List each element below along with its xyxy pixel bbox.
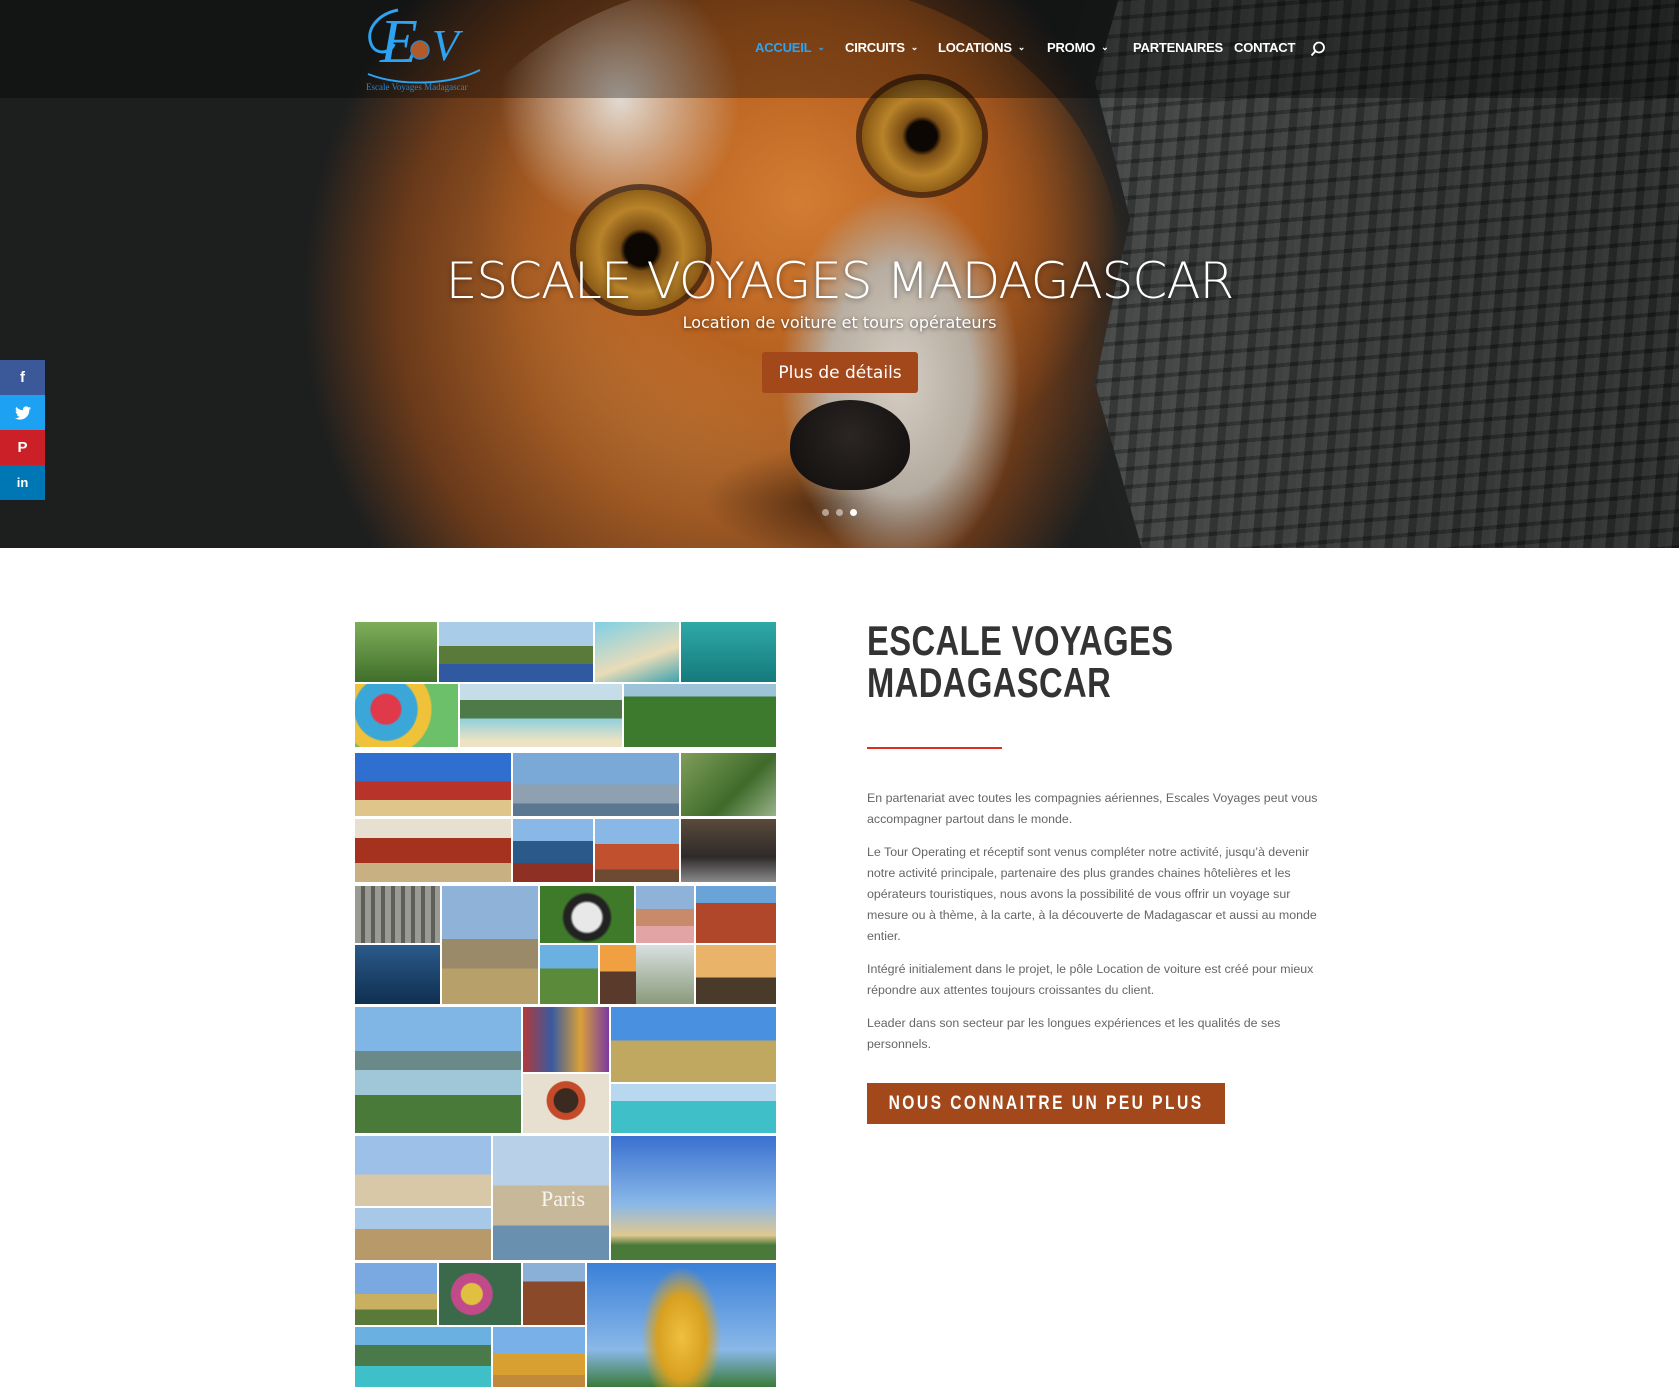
- collage-photo-umbrellas: [355, 684, 458, 747]
- collage-photo-underwater: [681, 622, 776, 682]
- collage-photo-safari-herd: [611, 1007, 776, 1082]
- about-paragraph: Le Tour Operating et réceptif sont venus…: [867, 845, 1317, 943]
- collage-photo-royal-palace: [493, 1327, 585, 1387]
- collage-photo-mountain-resort: [439, 622, 593, 682]
- collage-photo-island: [540, 945, 598, 1004]
- collage-photo-lemurs: [540, 886, 634, 943]
- slider-dot-2[interactable]: [836, 509, 843, 516]
- hero-title: ESCALE VOYAGES MADAGASCAR: [445, 252, 1235, 310]
- chevron-down-icon: ⌄: [1101, 42, 1109, 52]
- site-logo[interactable]: E V Escale Voyages Madagascar: [358, 0, 486, 96]
- collage-photo-whale: [355, 945, 440, 1004]
- social-share-bar: f P in: [0, 360, 45, 500]
- about-paragraph: Leader dans son secteur par les longues …: [867, 1016, 1281, 1051]
- collage-photo-shanghai-skyline: [513, 753, 679, 816]
- svg-text:E: E: [379, 8, 418, 76]
- collage-photo-great-wall: [681, 753, 776, 816]
- collage-photo-masai-portrait: [523, 1074, 609, 1133]
- collage-photo-eiffel-tower: [611, 1136, 776, 1260]
- collage-photo-paris-river: Paris: [493, 1136, 609, 1260]
- hero-subtitle: Location de voiture et tours opérateurs: [682, 313, 997, 332]
- collage-photo-tortoise: [636, 945, 694, 1004]
- collage-photo-arc-triomphe: [355, 1136, 491, 1206]
- collage-photo-waterfall: [624, 684, 776, 747]
- collage-photo-aerial-resort: [460, 684, 622, 747]
- linkedin-icon: in: [16, 475, 29, 490]
- twitter-icon: [14, 405, 31, 420]
- hero-slider: E V Escale Voyages Madagascar ACCUEIL ⌄ C…: [0, 0, 1679, 548]
- collage-photo-phi-phi: [355, 1327, 491, 1387]
- nav-item-circuits[interactable]: CIRCUITS ⌄: [845, 40, 918, 55]
- collage-photo-ruins: [523, 1263, 585, 1325]
- pinterest-share-button[interactable]: P: [0, 430, 45, 465]
- collage-photo-golden-buddha: [587, 1263, 776, 1387]
- nav-item-partenaires[interactable]: PARTENAIRES: [1133, 40, 1223, 55]
- collage-photo-beach: [595, 622, 679, 682]
- slider-pagination: [822, 509, 857, 516]
- facebook-icon: f: [20, 369, 25, 386]
- nav-item-accueil[interactable]: ACCUEIL ⌄: [755, 40, 825, 55]
- search-icon[interactable]: [1310, 41, 1326, 57]
- facebook-share-button[interactable]: f: [0, 360, 45, 395]
- collage-photo-temple-heaven: [513, 819, 593, 882]
- chevron-down-icon: ⌄: [1017, 42, 1026, 52]
- collage-photo-water-town: [681, 819, 776, 882]
- collage-photo-louvre: [355, 1208, 491, 1260]
- destinations-collage: Paris: [355, 622, 776, 1387]
- logo-tagline: Escale Voyages Madagascar: [366, 82, 468, 92]
- collage-paris-label: Paris: [541, 1186, 585, 1211]
- chevron-down-icon: ⌄: [910, 42, 919, 52]
- collage-photo-temple-grounds: [355, 1263, 437, 1325]
- collage-photo-baobab-avenue: [696, 945, 776, 1004]
- collage-photo-canyon: [696, 886, 776, 943]
- about-paragraph: En partenariat avec toutes les compagnie…: [867, 791, 1318, 826]
- slider-dot-3[interactable]: [850, 509, 857, 516]
- about-paragraph: Intégré initialement dans le projet, le …: [867, 962, 1314, 997]
- collage-photo-tsingy: [355, 886, 440, 943]
- twitter-share-button[interactable]: [0, 395, 45, 430]
- collage-photo-floating-market: [439, 1263, 521, 1325]
- hero-details-button[interactable]: Plus de détails: [762, 352, 918, 393]
- slider-dot-1[interactable]: [822, 509, 829, 516]
- collage-photo-masai: [523, 1007, 609, 1072]
- main-nav: ACCUEIL ⌄ CIRCUITS ⌄ LOCATIONS ⌄ PROMO ⌄ PAR…: [755, 40, 1345, 60]
- collage-photo-chinese-temple: [355, 753, 511, 816]
- collage-photo-pagoda: [355, 819, 511, 882]
- svg-text:V: V: [432, 21, 464, 70]
- nav-item-locations[interactable]: LOCATIONS ⌄: [938, 40, 1025, 55]
- pinterest-icon: P: [17, 439, 28, 456]
- chevron-down-icon: ⌄: [817, 42, 825, 52]
- collage-photo-lagoon: [611, 1084, 776, 1133]
- title-divider: [867, 747, 1002, 749]
- about-title: ESCALE VOYAGES MADAGASCAR: [867, 617, 1174, 706]
- collage-photo-baobab: [442, 886, 538, 1004]
- about-more-button[interactable]: NOUS CONNAITRE UN PEU PLUS: [867, 1083, 1225, 1124]
- collage-photo-giraffes: [355, 1007, 521, 1133]
- about-text: En partenariat avec toutes les compagnie…: [867, 788, 1327, 1067]
- collage-photo-red-tsingy: [636, 886, 694, 943]
- collage-photo-tower: [595, 819, 679, 882]
- lemur-nose: [790, 400, 910, 490]
- nav-item-contact[interactable]: CONTACT: [1234, 40, 1295, 55]
- linkedin-share-button[interactable]: in: [0, 465, 45, 500]
- collage-photo-island-crater: [355, 622, 437, 682]
- nav-item-promo[interactable]: PROMO ⌄: [1047, 40, 1109, 55]
